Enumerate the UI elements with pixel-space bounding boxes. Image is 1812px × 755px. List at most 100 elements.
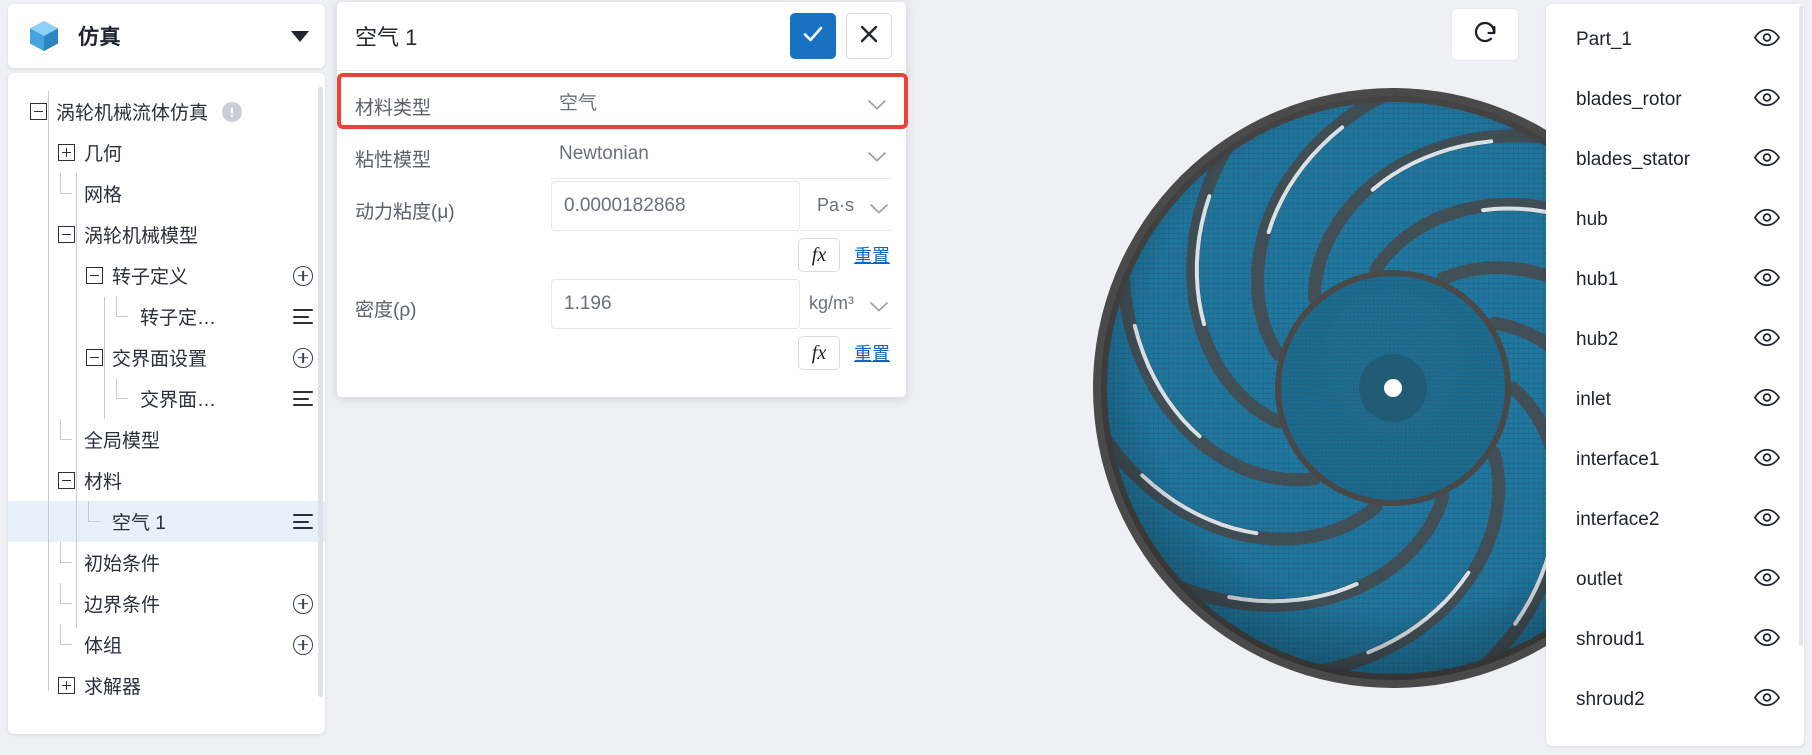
part-item-12[interactable]: shroud3 — [1546, 730, 1804, 746]
dynamic-viscosity-input[interactable]: 0.0000182868 — [551, 181, 800, 231]
dynamic-viscosity-reset-link[interactable]: 重置 — [854, 242, 890, 268]
part-item-2[interactable]: blades_stator — [1546, 130, 1804, 190]
part-item-10[interactable]: shroud1 — [1546, 610, 1804, 670]
tree-item-5[interactable]: 转子定… — [8, 296, 325, 337]
tree-item-3[interactable]: 涡轮机械模型 — [8, 214, 325, 255]
eye-icon[interactable] — [1754, 208, 1780, 232]
density-value: 1.196 — [564, 293, 612, 314]
tree-item-8[interactable]: 全局模型 — [8, 419, 325, 460]
eye-icon[interactable] — [1754, 508, 1780, 532]
chevron-down-icon[interactable] — [291, 30, 309, 42]
tree-item-13[interactable]: 体组 — [8, 624, 325, 665]
tree-scrollbar[interactable] — [318, 87, 323, 697]
part-item-label: interface2 — [1576, 509, 1660, 530]
density-unit-select[interactable]: kg/m³ — [800, 279, 892, 329]
eye-icon[interactable] — [1754, 268, 1780, 292]
part-item-8[interactable]: interface2 — [1546, 490, 1804, 550]
model-tree: 涡轮机械流体仿真! 几何 网格涡轮机械模型转子定义转子定… 交界面设置交界面… 全局模型… — [8, 91, 325, 734]
tree-item-label: 体组 — [84, 636, 123, 657]
part-item-label: hub — [1576, 209, 1608, 230]
eye-icon[interactable] — [1754, 448, 1780, 472]
viscosity-model-select[interactable]: Newtonian — [551, 129, 892, 179]
collapse-toggle-icon[interactable] — [58, 472, 75, 489]
app-header: 仿真 — [8, 4, 325, 68]
add-circle-icon[interactable] — [293, 347, 313, 368]
part-item-0[interactable]: Part_1 — [1546, 10, 1804, 70]
dynamic-viscosity-unit-select[interactable]: Pa·s — [800, 181, 892, 231]
chevron-down-icon — [870, 299, 888, 312]
eye-icon[interactable] — [1754, 148, 1780, 172]
add-circle-icon[interactable] — [293, 634, 313, 655]
tree-item-12[interactable]: 边界条件 — [8, 583, 325, 624]
tree-item-actions — [293, 634, 313, 655]
tree-item-4[interactable]: 转子定义 — [8, 255, 325, 296]
viscosity-model-value: Newtonian — [559, 142, 649, 164]
collapse-toggle-icon[interactable] — [86, 349, 103, 366]
part-item-11[interactable]: shroud2 — [1546, 670, 1804, 730]
tree-elbow-icon — [114, 296, 131, 325]
density-fx-button[interactable]: fx — [798, 336, 840, 370]
tree-item-actions — [293, 347, 313, 368]
tree-item-7[interactable]: 交界面… — [8, 378, 325, 419]
material-type-value: 空气 — [559, 93, 598, 114]
tree-item-0[interactable]: 涡轮机械流体仿真! — [8, 91, 325, 132]
expand-toggle-icon[interactable] — [58, 677, 75, 694]
tree-item-label: 涡轮机械模型 — [84, 226, 199, 247]
eye-icon[interactable] — [1754, 328, 1780, 352]
dialog-body: 材料类型 空气 粘性模型 Newtonian 动力粘度(μ) 0.0000182… — [337, 71, 906, 397]
part-item-3[interactable]: hub — [1546, 190, 1804, 250]
part-item-6[interactable]: inlet — [1546, 370, 1804, 430]
expand-toggle-icon[interactable] — [58, 144, 75, 161]
chevron-down-icon — [870, 201, 888, 214]
part-item-4[interactable]: hub1 — [1546, 250, 1804, 310]
menu-list-icon[interactable] — [293, 391, 313, 406]
tree-item-label: 求解器 — [84, 677, 142, 698]
cancel-button[interactable] — [846, 13, 892, 59]
tree-item-actions — [293, 391, 313, 406]
collapse-toggle-icon[interactable] — [86, 267, 103, 284]
parts-scrollbar[interactable] — [1799, 6, 1803, 646]
tree-item-10[interactable]: 空气 1 — [8, 501, 325, 542]
tree-item-6[interactable]: 交界面设置 — [8, 337, 325, 378]
tree-item-11[interactable]: 初始条件 — [8, 542, 325, 583]
tree-item-label: 转子定… — [140, 308, 217, 329]
collapse-toggle-icon[interactable] — [58, 226, 75, 243]
tree-item-actions — [293, 593, 313, 614]
eye-icon[interactable] — [1754, 628, 1780, 652]
part-item-label: inlet — [1576, 389, 1611, 410]
eye-icon[interactable] — [1754, 568, 1780, 592]
density-reset-link[interactable]: 重置 — [854, 340, 890, 366]
part-item-9[interactable]: outlet — [1546, 550, 1804, 610]
warning-badge-icon[interactable]: ! — [222, 101, 243, 122]
tree-item-9[interactable]: 材料 — [8, 460, 325, 501]
application-window: 仿真 涡轮机械流体仿真! 几何 网格涡轮机械模型转子定义转子定… 交界面设置交界面… 全… — [0, 0, 1812, 755]
tree-guide-line — [48, 91, 50, 691]
eye-icon[interactable] — [1754, 688, 1780, 712]
check-icon — [800, 21, 826, 52]
part-item-7[interactable]: interface1 — [1546, 430, 1804, 490]
field-label-dynamic-viscosity: 动力粘度(μ) — [355, 202, 455, 223]
part-item-label: blades_stator — [1576, 149, 1691, 170]
eye-icon[interactable] — [1754, 28, 1780, 52]
density-input[interactable]: 1.196 — [551, 279, 800, 329]
part-item-label: interface1 — [1576, 449, 1660, 470]
tree-elbow-icon — [114, 378, 131, 407]
material-type-select[interactable]: 空气 — [551, 77, 892, 127]
model-tree-panel: 涡轮机械流体仿真! 几何 网格涡轮机械模型转子定义转子定… 交界面设置交界面… 全局模型… — [8, 73, 325, 734]
reset-view-button[interactable] — [1451, 8, 1519, 61]
part-item-5[interactable]: hub2 — [1546, 310, 1804, 370]
add-circle-icon[interactable] — [293, 593, 313, 614]
tree-item-label: 交界面设置 — [112, 349, 208, 370]
tree-item-14[interactable]: 求解器 — [8, 665, 325, 706]
part-item-1[interactable]: blades_rotor — [1546, 70, 1804, 130]
confirm-button[interactable] — [790, 13, 836, 59]
menu-list-icon[interactable] — [293, 309, 313, 324]
eye-icon[interactable] — [1754, 388, 1780, 412]
add-circle-icon[interactable] — [293, 265, 313, 286]
tree-item-1[interactable]: 几何 — [8, 132, 325, 173]
menu-list-icon[interactable] — [293, 514, 313, 529]
dynamic-viscosity-fx-button[interactable]: fx — [798, 238, 840, 272]
tree-item-2[interactable]: 网格 — [8, 173, 325, 214]
eye-icon[interactable] — [1754, 88, 1780, 112]
collapse-toggle-icon[interactable] — [30, 103, 47, 120]
